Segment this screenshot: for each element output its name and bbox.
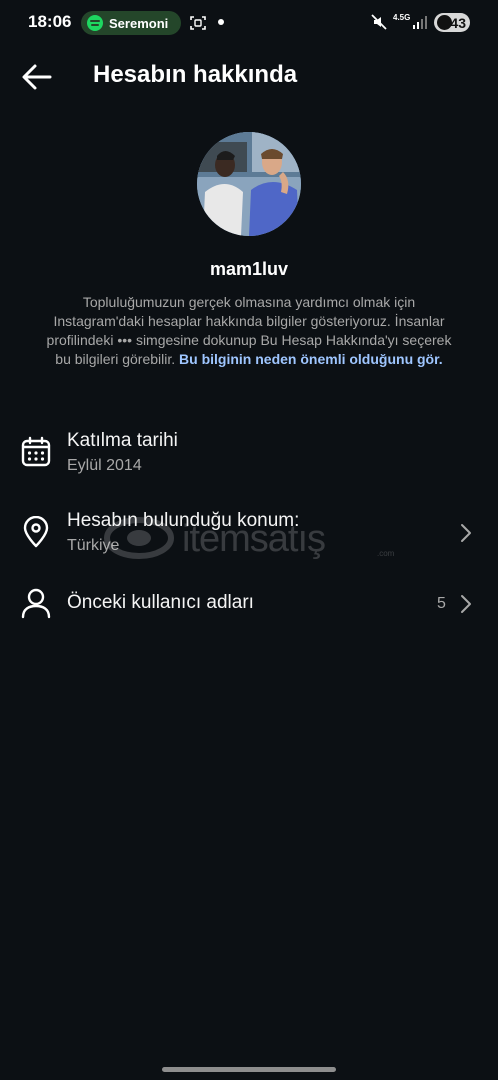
signal-icon [413,16,427,29]
username: mam1luv [209,259,289,279]
media-app-label: Seremoni [109,15,169,31]
page-title: Hesabın hakkında [93,61,298,88]
status-time: 18:06 [28,12,72,31]
previous-usernames-count: 5 [437,595,446,612]
row-previous-usernames[interactable]: Önceki kullanıcı adları 5 [0,574,498,636]
battery-saver-icon [437,15,452,30]
info-description: Topluluğumuzun gerçek olmasına yardımcı … [46,293,452,369]
row-account-location[interactable]: Hesabın bulunduğu konum: Türkiye [0,503,498,565]
calendar-icon [21,436,51,467]
location-pin-icon [23,516,49,548]
profile-avatar [197,132,301,236]
row-title: Katılma tarihi [67,430,178,451]
person-icon [21,588,51,619]
row-subtitle: Türkiye [67,537,120,554]
row-title: Hesabın bulunduğu konum: [67,510,300,531]
learn-more-link[interactable]: Bu bilginin neden önemli olduğunu gör. [179,351,443,367]
home-indicator[interactable] [162,1067,336,1072]
back-arrow-icon[interactable] [20,60,54,94]
spotify-icon [87,15,103,31]
row-subtitle: Eylül 2014 [67,457,142,474]
row-title: Önceki kullanıcı adları [67,592,254,613]
notification-dot [218,19,224,25]
mute-icon [371,14,387,30]
battery-level: 43 [450,14,466,31]
chevron-right-icon [461,595,471,613]
network-type-label: 4.5G [393,13,411,22]
status-bar: 18:06 Seremoni 4.5G 43 [0,0,498,44]
row-date-joined: Katılma tarihi Eylül 2014 [0,423,498,485]
battery-icon: 43 [434,13,470,32]
media-playback-pill[interactable]: Seremoni [81,11,181,35]
screen-record-icon [190,16,206,30]
chevron-right-icon [461,524,471,542]
